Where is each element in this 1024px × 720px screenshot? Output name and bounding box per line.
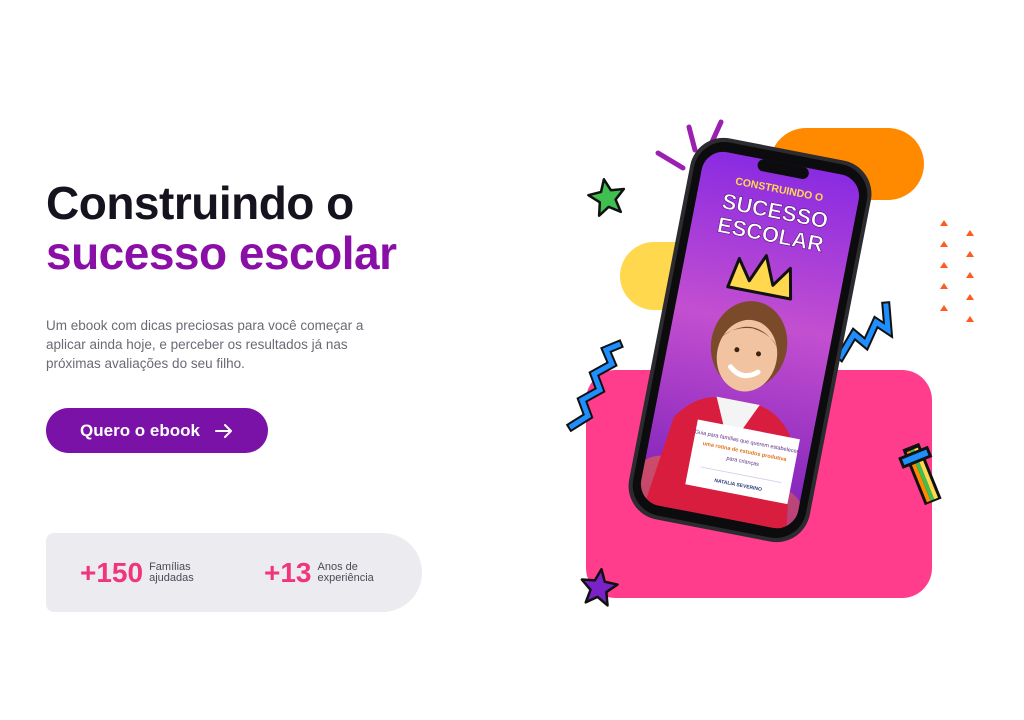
triangle-icon xyxy=(940,220,974,322)
stats-panel: +150 Famílias ajudadas +13 Anos de exper… xyxy=(46,533,422,612)
stat-label: Famílias ajudadas xyxy=(149,560,194,584)
hero-title-line-2: sucesso escolar xyxy=(46,227,397,279)
hero-description: Um ebook com dicas preciosas para você c… xyxy=(46,318,364,371)
stat-value: +150 xyxy=(80,556,144,588)
stat-years: +13 Anos de experiência xyxy=(264,533,380,612)
hero-title-line-1: Construindo o xyxy=(46,177,354,229)
hero-title: Construindo o sucesso escolar xyxy=(46,178,397,278)
stat-value: +13 xyxy=(264,556,312,588)
stat-label: Anos de experiência xyxy=(317,560,374,584)
green-star-icon xyxy=(587,178,626,217)
cta-button-label: Quero o ebook xyxy=(80,420,200,440)
ebook-illustration: Guia para famílias que querem estabelece… xyxy=(565,119,974,607)
stat-families: +150 Famílias ajudadas xyxy=(80,533,211,612)
cta-button[interactable]: Quero o ebook xyxy=(46,408,268,453)
arrow-right-icon xyxy=(214,423,232,438)
